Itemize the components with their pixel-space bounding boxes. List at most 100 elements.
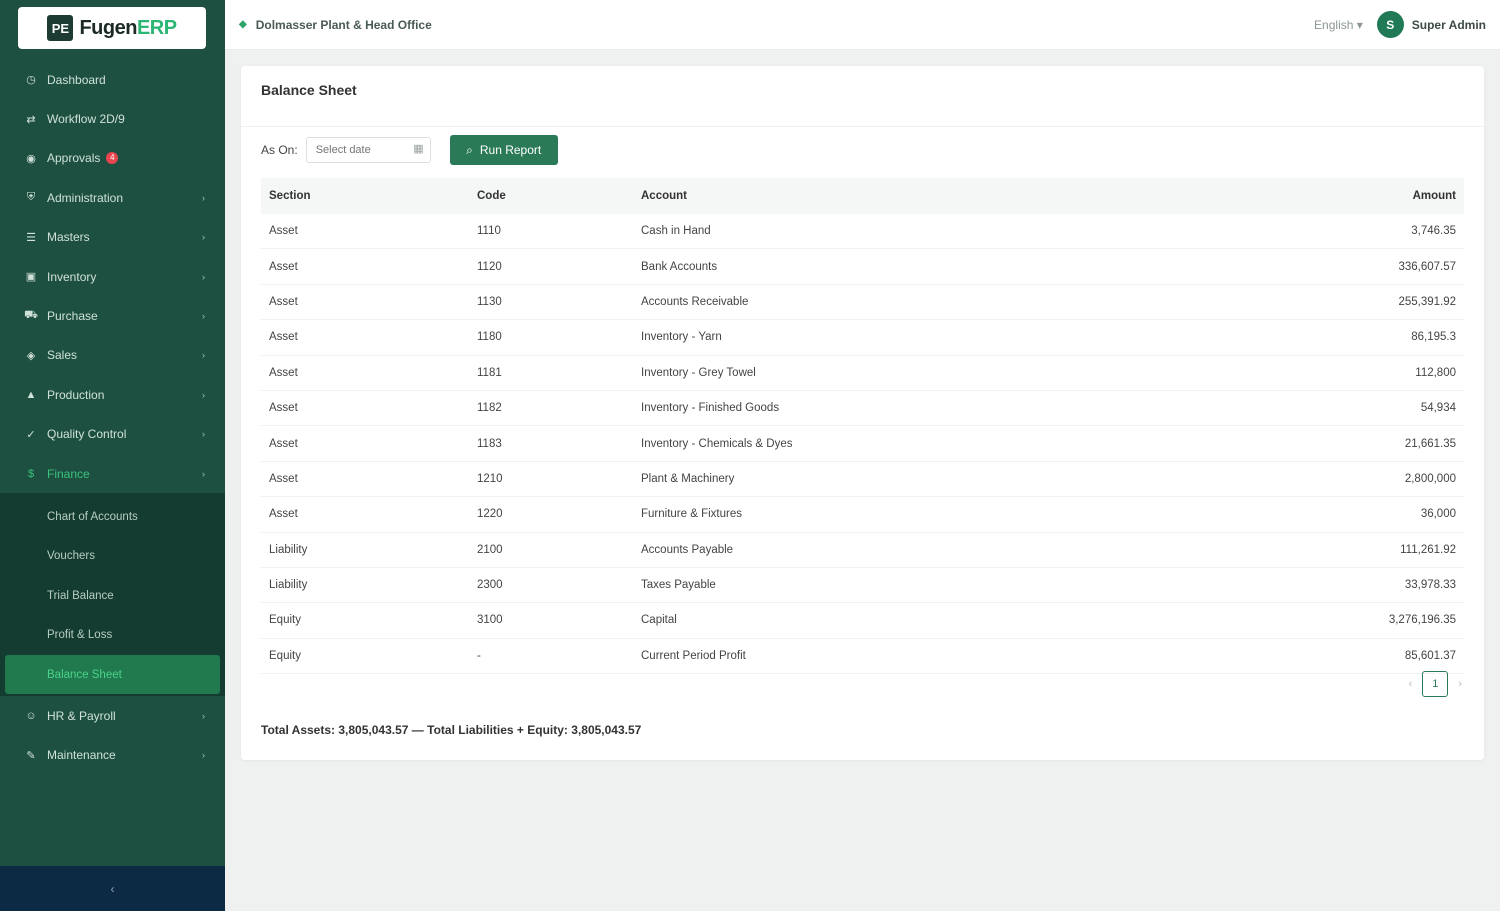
box-icon: ▣ bbox=[25, 271, 37, 284]
cell-amount: 111,261.92 bbox=[1188, 532, 1464, 568]
top-header: ◆ Dolmasser Plant & Head Office English … bbox=[225, 0, 1500, 50]
chevron-right-icon: › bbox=[202, 468, 205, 479]
people-icon: ☺ bbox=[25, 709, 37, 722]
column-header-section[interactable]: Section bbox=[261, 178, 469, 214]
cell-section: Liability bbox=[261, 567, 469, 604]
table-row[interactable]: Liability 2300 Taxes Payable 33,978.33 bbox=[261, 567, 1464, 604]
page-title: Balance Sheet bbox=[261, 82, 357, 98]
app-logo[interactable]: PE FugenERP bbox=[18, 7, 206, 49]
cell-account: Bank Accounts bbox=[633, 248, 1189, 285]
total-assets-label: Total Assets: bbox=[261, 723, 336, 737]
sidebar-item-inventory[interactable]: ▣ Inventory › bbox=[0, 257, 225, 296]
gauge-icon: ◷ bbox=[26, 74, 36, 87]
cell-account: Capital bbox=[633, 602, 1189, 639]
sidebar-item-maintenance[interactable]: ✎ Maintenance › bbox=[0, 736, 225, 775]
sidebar-item-administration[interactable]: ⛨ Administration › bbox=[0, 178, 225, 217]
table-row[interactable]: Asset 1130 Accounts Receivable 255,391.92 bbox=[261, 284, 1464, 321]
total-assets-value: 3,805,043.57 bbox=[338, 723, 409, 737]
cell-section: Asset bbox=[261, 284, 469, 321]
column-header-code[interactable]: Code bbox=[469, 178, 633, 214]
cell-section: Equity bbox=[261, 602, 469, 639]
cell-account: Furniture & Fixtures bbox=[633, 496, 1189, 533]
cell-amount: 33,978.33 bbox=[1188, 567, 1464, 604]
cell-amount: 336,607.57 bbox=[1188, 248, 1464, 285]
cell-code: 1182 bbox=[469, 390, 633, 427]
column-header-account[interactable]: Account bbox=[633, 178, 1188, 214]
org-selector[interactable]: ◆ Dolmasser Plant & Head Office bbox=[239, 18, 432, 32]
divider bbox=[241, 126, 1484, 127]
table-row[interactable]: Asset 1120 Bank Accounts 336,607.57 bbox=[261, 248, 1464, 285]
chevron-right-icon: › bbox=[202, 192, 205, 203]
table-row[interactable]: Asset 1180 Inventory - Yarn 86,195.3 bbox=[261, 319, 1464, 356]
table-row[interactable]: Asset 1181 Inventory - Grey Towel 112,800 bbox=[261, 355, 1464, 391]
sidebar-item-production[interactable]: ▲ Production › bbox=[0, 375, 225, 414]
cell-account: Inventory - Finished Goods bbox=[633, 390, 1189, 427]
user-menu[interactable]: S Super Admin bbox=[1376, 11, 1486, 38]
cell-account: Inventory - Grey Towel bbox=[633, 355, 1189, 391]
report-filters: As On: ▦ ⌕ Run Report bbox=[261, 135, 558, 165]
cell-section: Asset bbox=[261, 355, 469, 391]
cell-section: Asset bbox=[261, 248, 469, 285]
location-icon: ◆ bbox=[239, 19, 247, 30]
column-header-amount[interactable]: Amount bbox=[1188, 178, 1464, 214]
cell-section: Equity bbox=[261, 638, 469, 675]
user-name: Super Admin bbox=[1411, 17, 1486, 32]
as-of-date-input[interactable] bbox=[305, 137, 431, 163]
finance-icon: $ bbox=[27, 467, 35, 480]
calendar-icon[interactable]: ▦ bbox=[413, 142, 423, 155]
submenu-item-chart-of-accounts[interactable]: Chart of Accounts bbox=[0, 497, 225, 536]
cell-code: 1181 bbox=[469, 355, 633, 391]
table-row[interactable]: Equity 3100 Capital 3,276,196.35 bbox=[261, 602, 1464, 639]
sidebar-item-label: Dashboard bbox=[47, 72, 106, 87]
prev-page-button[interactable]: ‹ bbox=[1409, 678, 1413, 690]
logo-mark: PE bbox=[47, 15, 74, 41]
language-selector[interactable]: English ▾ bbox=[1314, 18, 1363, 32]
sidebar-nav: ◷ Dashboard ⇄ Workflow 2D/9 ◉ Approvals 4 ⛨ Admi… bbox=[0, 60, 225, 775]
tag-icon: ◈ bbox=[26, 349, 36, 362]
cell-section: Asset bbox=[261, 496, 469, 533]
sidebar-item-label: Quality Control bbox=[47, 427, 127, 442]
sidebar-item-label: Finance bbox=[47, 466, 90, 481]
sidebar-item-finance[interactable]: $ Finance › bbox=[0, 454, 225, 493]
submenu-item-vouchers[interactable]: Vouchers bbox=[0, 537, 225, 576]
sidebar-item-label: Approvals bbox=[47, 151, 101, 166]
chevron-right-icon: › bbox=[202, 710, 205, 721]
sidebar-item-hr-payroll[interactable]: ☺ HR & Payroll › bbox=[0, 696, 225, 735]
table-row[interactable]: Asset 1182 Inventory - Finished Goods 54,93… bbox=[261, 390, 1464, 427]
logo-suffix: ERP bbox=[136, 16, 177, 39]
total-liabilities-equity-label: Total Liabilities + Equity: bbox=[427, 723, 568, 737]
submenu-item-balance-sheet[interactable]: Balance Sheet bbox=[5, 654, 220, 695]
table-row[interactable]: Asset 1110 Cash in Hand 3,746.35 bbox=[261, 214, 1464, 250]
next-page-button[interactable]: › bbox=[1458, 678, 1462, 690]
run-report-button[interactable]: ⌕ Run Report bbox=[449, 135, 558, 165]
submenu-item-trial-balance[interactable]: Trial Balance bbox=[0, 576, 225, 615]
cell-section: Asset bbox=[261, 425, 469, 462]
cell-amount: 85,601.37 bbox=[1188, 638, 1464, 675]
sidebar-item-label: Masters bbox=[47, 230, 90, 245]
page-1-button[interactable]: 1 bbox=[1422, 671, 1449, 697]
table-row[interactable]: Liability 2100 Accounts Payable 111,261.92 bbox=[261, 532, 1464, 568]
table-row[interactable]: Asset 1183 Inventory - Chemicals & Dyes 21,… bbox=[261, 425, 1464, 462]
table-row[interactable]: Equity - Current Period Profit 85,601.37 bbox=[261, 638, 1464, 675]
table-row[interactable]: Asset 1220 Furniture & Fixtures 36,000 bbox=[261, 496, 1464, 533]
table-row[interactable]: Asset 1210 Plant & Machinery 2,800,000 bbox=[261, 461, 1464, 498]
sidebar-item-sales[interactable]: ◈ Sales › bbox=[0, 336, 225, 375]
sidebar-item-masters[interactable]: ☰ Masters › bbox=[0, 218, 225, 257]
notification-badge: 4 bbox=[106, 152, 119, 165]
cell-amount: 21,661.35 bbox=[1188, 425, 1464, 462]
chevron-right-icon: › bbox=[202, 232, 205, 243]
sidebar-item-quality-control[interactable]: ✓ Quality Control › bbox=[0, 415, 225, 454]
cell-section: Asset bbox=[261, 461, 469, 498]
cell-account: Inventory - Yarn bbox=[633, 319, 1189, 356]
cell-amount: 3,276,196.35 bbox=[1188, 602, 1464, 639]
cell-amount: 112,800 bbox=[1188, 355, 1464, 391]
cell-code: 1120 bbox=[469, 248, 633, 285]
sidebar-item-approvals[interactable]: ◉ Approvals 4 bbox=[0, 139, 225, 178]
sidebar-item-dashboard[interactable]: ◷ Dashboard bbox=[0, 60, 225, 99]
submenu-item-profit-loss[interactable]: Profit & Loss bbox=[0, 615, 225, 654]
chevron-right-icon: › bbox=[202, 271, 205, 282]
sidebar-item-workflow-2d-9[interactable]: ⇄ Workflow 2D/9 bbox=[0, 99, 225, 138]
collapse-sidebar-button[interactable]: ‹ bbox=[0, 866, 225, 911]
chevron-right-icon: › bbox=[202, 350, 205, 361]
sidebar-item-purchase[interactable]: ⛟ Purchase › bbox=[0, 296, 225, 335]
